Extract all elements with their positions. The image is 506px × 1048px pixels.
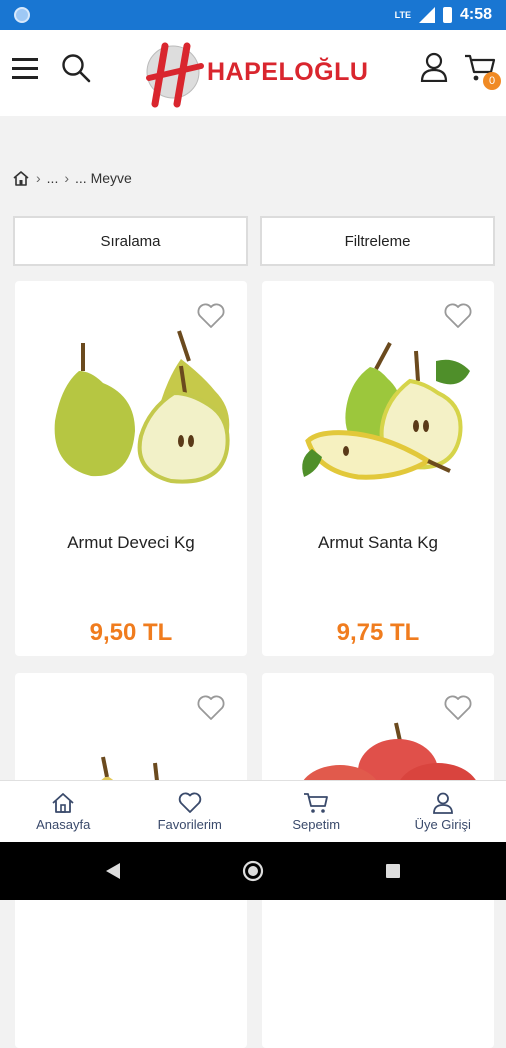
product-price: 9,75 TL	[262, 619, 494, 647]
home-icon	[51, 792, 75, 814]
cart-count-badge: 0	[483, 72, 501, 90]
notification-icon	[14, 7, 30, 23]
system-navigation-bar	[0, 842, 506, 900]
search-icon[interactable]	[61, 53, 91, 83]
bottom-navigation: Anasayfa Favorilerim Sepetim Üye Girişi	[0, 780, 506, 842]
home-circle-icon[interactable]	[242, 860, 264, 882]
breadcrumb-separator: ›	[36, 170, 41, 186]
nav-login[interactable]: Üye Girişi	[380, 781, 506, 842]
status-time: 4:58	[460, 6, 492, 24]
logo-mark-icon	[145, 38, 205, 108]
nav-home[interactable]: Anasayfa	[0, 781, 127, 842]
breadcrumb-current: ... Meyve	[75, 170, 132, 186]
nav-label: Anasayfa	[36, 817, 90, 832]
cart-icon	[303, 792, 329, 814]
sort-button[interactable]: Sıralama	[13, 216, 248, 266]
breadcrumb: › ... › ... Meyve	[12, 170, 132, 186]
nav-label: Favorilerim	[158, 817, 222, 832]
nav-label: Üye Girişi	[415, 817, 471, 832]
nav-label: Sepetim	[292, 817, 340, 832]
status-bar: LTE 4:58	[0, 0, 506, 30]
brand-name: HAPELOĞLU	[207, 58, 368, 87]
breadcrumb-ellipsis[interactable]: ...	[47, 170, 59, 186]
account-icon[interactable]	[420, 52, 448, 82]
menu-icon[interactable]	[12, 58, 38, 80]
user-icon	[432, 792, 454, 814]
signal-icon	[419, 7, 435, 23]
product-card[interactable]: Armut Deveci Kg 9,50 TL	[15, 281, 247, 656]
nav-cart[interactable]: Sepetim	[253, 781, 380, 842]
app-header: HAPELOĞLU 0	[0, 30, 506, 116]
recents-icon[interactable]	[385, 863, 401, 879]
heart-icon	[178, 792, 202, 814]
network-label: LTE	[395, 10, 411, 20]
product-name[interactable]: Armut Santa Kg	[262, 533, 494, 553]
home-icon[interactable]	[12, 170, 30, 186]
battery-icon	[443, 7, 452, 23]
brand-logo[interactable]: HAPELOĞLU	[145, 38, 370, 108]
nav-favorites[interactable]: Favorilerim	[127, 781, 254, 842]
product-image[interactable]	[278, 301, 478, 491]
breadcrumb-separator: ›	[64, 170, 69, 186]
product-image[interactable]	[31, 301, 231, 491]
product-card[interactable]: Armut Santa Kg 9,75 TL	[262, 281, 494, 656]
back-icon[interactable]	[104, 862, 122, 880]
product-price: 9,50 TL	[15, 619, 247, 647]
product-name[interactable]: Armut Deveci Kg	[15, 533, 247, 553]
filter-button[interactable]: Filtreleme	[260, 216, 495, 266]
